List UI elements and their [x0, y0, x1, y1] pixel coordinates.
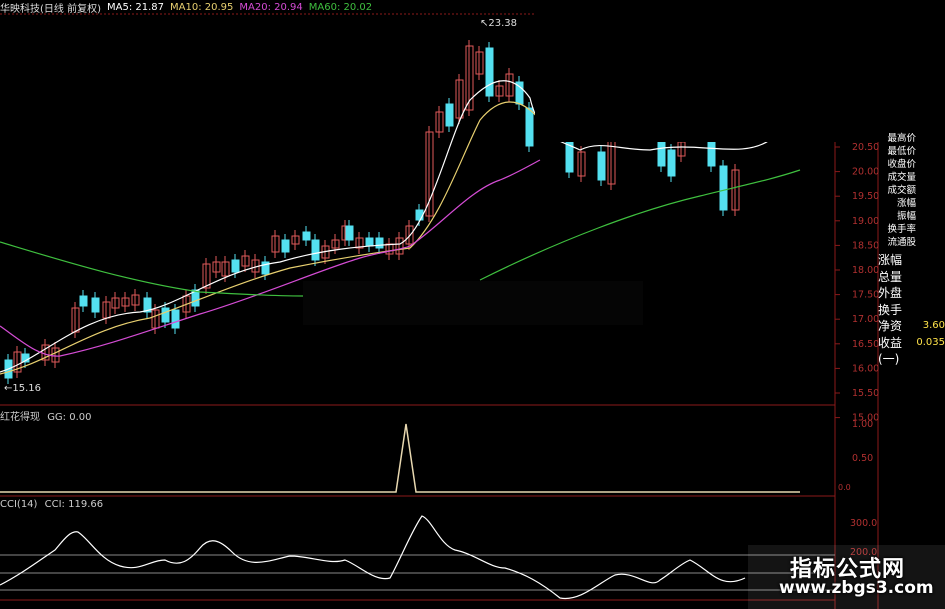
price-axis: 20.50 20.00 19.50 19.00 18.50 18.00 17.50 17.00…: [835, 142, 879, 424]
quote-row-label: 换手: [878, 302, 903, 317]
low-marker-value: 15.16: [12, 383, 42, 394]
candle-body: [445, 103, 454, 127]
indicator-value: GG: 0.00: [47, 412, 92, 423]
quote-row-label: 净资: [878, 319, 903, 333]
quote-row: 收益(一) 0.035: [878, 335, 945, 368]
cci-value: CCI: 119.66: [44, 499, 104, 510]
indicator-tick-bottom: 0.0: [838, 483, 851, 492]
price-tick-label: 20.50: [852, 142, 879, 153]
price-tick-label: 16.00: [852, 363, 879, 374]
stock-chart[interactable]: 20.50 20.00 19.50 19.00 18.50 18.00 17.50 17.00…: [0, 0, 945, 609]
price-tick-label: 16.50: [852, 339, 879, 350]
candle-body: [415, 209, 424, 221]
quote-row-value: 3.60: [922, 320, 945, 331]
high-marker: ↖23.38: [480, 18, 518, 29]
cci-tick-label: 300.0: [850, 518, 877, 529]
quote-field-label: 涨幅: [896, 198, 916, 209]
quote-summary: 涨幅总量外盘换手净资 3.60 收益(一) 0.035: [878, 252, 945, 368]
price-tick-label: 19.50: [852, 191, 879, 202]
candle-body: [365, 237, 374, 247]
indicator-tick-label: 1.00: [852, 419, 873, 430]
ma10-label: MA10: 20.95: [170, 1, 234, 13]
quote-row-value: 0.035: [916, 336, 945, 348]
candle-body: [311, 239, 320, 261]
candle-body: [161, 307, 170, 323]
price-tick-label: 20.00: [852, 167, 879, 178]
ma-legend: 华映科技(日线 前复权) MA5: 21.87 MA10: 20.95 MA20…: [0, 0, 373, 15]
cci-title: CCI(14) CCI: 119.66: [0, 499, 103, 510]
quote-row: 换手: [878, 302, 945, 319]
cci-line: [0, 515, 746, 600]
low-marker: ←15.16: [4, 383, 42, 394]
quote-row: 涨幅: [878, 252, 945, 269]
price-tick-label: 17.00: [852, 314, 879, 325]
quote-row-label: 涨幅: [878, 253, 903, 267]
quote-field-label: 成交量: [887, 172, 916, 183]
candle-body: [171, 309, 180, 329]
quote-row-label: 总量: [878, 269, 903, 284]
quote-field-label: 换手率: [887, 224, 916, 235]
quote-field-label: 最高价: [887, 133, 916, 144]
candle-body: [485, 47, 494, 97]
candle-body: [597, 151, 606, 181]
candle-body: [657, 139, 666, 167]
candle-body: [525, 107, 534, 147]
quote-row-label: 外盘: [878, 286, 903, 300]
quote-row-label: 收益(一): [878, 335, 903, 367]
ma20-line: [0, 159, 541, 357]
indicator-tick-label: 0.50: [852, 453, 873, 464]
candle-body: [719, 165, 728, 211]
ma10-line: [0, 101, 541, 375]
candle-body: [302, 231, 311, 241]
candle-body: [707, 141, 716, 167]
quote-field-label: 最低价: [887, 146, 916, 157]
cci-panel: 300.0200.0: [0, 515, 877, 600]
candle-body: [281, 239, 290, 253]
overlay-block-mid: [303, 281, 643, 325]
price-tick-label: 19.00: [852, 216, 879, 227]
quote-field-label: 成交额: [887, 185, 916, 196]
candle-body: [667, 149, 676, 177]
ma5-label: MA5: 21.87: [106, 1, 164, 13]
price-tick-label: 18.50: [852, 240, 879, 251]
candle-body: [231, 259, 240, 273]
indicator-panel: 1.00 0.50 0.0: [0, 419, 873, 493]
quote-row: 外盘: [878, 285, 945, 302]
candle-body: [91, 297, 100, 313]
gg-signal-line: [0, 423, 800, 493]
quote-field-label: 收盘价: [887, 159, 916, 170]
stock-label: 华映科技(日线 前复权): [0, 3, 101, 15]
candle-body: [375, 237, 384, 249]
cci-name: CCI(14): [0, 499, 38, 510]
ma20-label: MA20: 20.94: [239, 1, 303, 13]
candle-body: [345, 225, 354, 241]
indicator-name: 红花得现: [0, 412, 40, 423]
indicator-title: 红花得现 GG: 0.00: [0, 408, 92, 423]
price-tick-label: 15.50: [852, 388, 879, 399]
quote-field-label: 振幅: [896, 211, 916, 222]
price-tick-label: 17.50: [852, 290, 879, 301]
overlay-block-top: [535, 0, 945, 142]
quote-row: 总量: [878, 269, 945, 286]
candle-body: [79, 295, 88, 307]
price-tick-label: 18.00: [852, 265, 879, 276]
quote-field-label: 流通股: [887, 237, 916, 248]
watermark-url: www.zbgs3.com: [779, 578, 934, 598]
ma60-line: [0, 169, 801, 297]
quote-row: 净资 3.60: [878, 318, 945, 335]
high-marker-value: 23.38: [488, 18, 518, 29]
quote-field-list: 最高价最低价收盘价成交量成交额涨幅振幅换手率流通股: [882, 132, 918, 249]
ma60-label: MA60: 20.02: [308, 1, 373, 13]
